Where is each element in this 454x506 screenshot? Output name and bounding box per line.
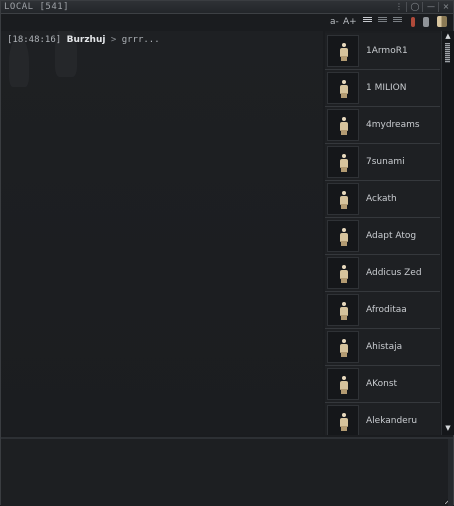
title-divider <box>422 2 423 12</box>
window-title: LOCAL [541] <box>4 2 70 12</box>
list-view-icon[interactable] <box>363 17 372 26</box>
members-icon[interactable] <box>423 17 429 27</box>
info-icon[interactable]: ⋮ <box>394 2 404 12</box>
message-text: grrr... <box>121 35 160 45</box>
minimize-icon[interactable]: — <box>426 2 436 12</box>
member-name: Adapt Atog <box>366 231 417 241</box>
pilot-portrait-icon[interactable] <box>327 368 359 400</box>
local-chat-window: LOCAL [541] ⋮ ◯ — × a- A+ [18:48:16] Bur… <box>0 0 454 506</box>
pilot-portrait-icon[interactable] <box>327 146 359 178</box>
chat-message: [18:48:16] Burzhuj > grrr... <box>7 35 160 45</box>
member-list-scrollbar[interactable]: ▲ ▼ <box>441 31 454 435</box>
member-name: AKonst <box>366 379 398 389</box>
pilot-portrait-icon[interactable] <box>327 294 359 326</box>
font-smaller-button[interactable]: a- <box>330 16 339 28</box>
close-icon[interactable]: × <box>441 2 451 12</box>
member-item[interactable]: 1 MILION <box>325 70 440 107</box>
title-bar[interactable]: LOCAL [541] ⋮ ◯ — × <box>1 1 453 14</box>
chat-toolbar: a- A+ <box>1 14 453 30</box>
scroll-up-icon[interactable]: ▲ <box>444 32 452 40</box>
member-name: Afroditaa <box>366 305 407 315</box>
member-item[interactable]: 1ArmoR1 <box>325 33 440 70</box>
member-item[interactable]: Addicus Zed <box>325 255 440 292</box>
chat-input[interactable] <box>1 441 452 505</box>
font-larger-button[interactable]: A+ <box>343 16 357 28</box>
member-name: Addicus Zed <box>366 268 422 278</box>
pilot-portrait-icon[interactable] <box>327 331 359 363</box>
message-separator: > <box>110 35 117 45</box>
input-scrollbar[interactable] <box>448 439 453 506</box>
compact-view-icon[interactable] <box>378 17 387 26</box>
message-timestamp: [18:48:16] <box>7 35 62 45</box>
pilot-portrait-icon[interactable] <box>327 72 359 104</box>
title-divider <box>406 2 407 12</box>
member-item[interactable]: Alekanderu <box>325 403 440 435</box>
scroll-thumb[interactable] <box>445 43 450 63</box>
member-item[interactable]: Afroditaa <box>325 292 440 329</box>
member-item[interactable]: 7sunami <box>325 144 440 181</box>
member-name: 4mydreams <box>366 120 420 130</box>
channel-settings-icon[interactable] <box>411 17 415 27</box>
member-item[interactable]: 4mydreams <box>325 107 440 144</box>
member-item[interactable]: Ackath <box>325 181 440 218</box>
member-list: 1ArmoR1 1 MILION 4mydreams 7sunami Ackat… <box>325 31 441 435</box>
settings-icon[interactable]: ◯ <box>410 2 420 12</box>
detail-view-icon[interactable] <box>393 17 402 26</box>
message-sender[interactable]: Burzhuj <box>67 35 106 45</box>
chat-message-pane[interactable]: [18:48:16] Burzhuj > grrr... <box>1 31 323 435</box>
pilot-portrait-icon[interactable] <box>327 257 359 289</box>
pilot-portrait-icon[interactable] <box>327 220 359 252</box>
member-item[interactable]: AKonst <box>325 366 440 403</box>
chat-input-area <box>1 437 453 506</box>
pilot-portrait-icon[interactable] <box>327 109 359 141</box>
pilot-portrait-icon[interactable] <box>327 35 359 67</box>
title-divider <box>438 2 439 12</box>
member-item[interactable]: Adapt Atog <box>325 218 440 255</box>
member-name: 1ArmoR1 <box>366 46 408 56</box>
pilot-portrait-icon[interactable] <box>327 405 359 435</box>
member-name: 7sunami <box>366 157 405 167</box>
member-name: Alekanderu <box>366 416 418 426</box>
pilot-portrait-icon[interactable] <box>327 183 359 215</box>
member-name: 1 MILION <box>366 83 407 93</box>
pilot-info-icon[interactable] <box>437 16 447 27</box>
scroll-down-icon[interactable]: ▼ <box>444 424 452 432</box>
member-item[interactable]: Ahistaja <box>325 329 440 366</box>
member-name: Ackath <box>366 194 397 204</box>
member-name: Ahistaja <box>366 342 403 352</box>
